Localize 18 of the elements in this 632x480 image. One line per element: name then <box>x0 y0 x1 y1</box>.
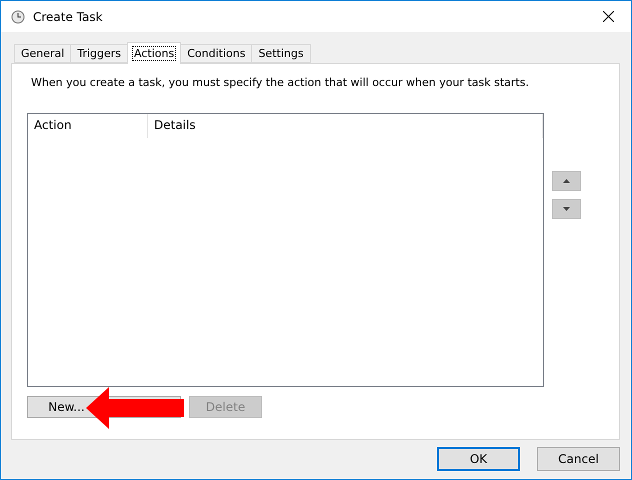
description-text: When you create a task, you must specify the action that will occur when your task starts. <box>31 76 530 89</box>
tab[interactable]: Actions <box>127 42 182 64</box>
tab[interactable]: Triggers <box>70 44 128 63</box>
move-down-button[interactable] <box>552 199 581 219</box>
column-header[interactable]: Action <box>28 114 148 138</box>
window-title: Create Task <box>33 10 103 24</box>
tab[interactable]: Settings <box>251 44 311 63</box>
dialog-button[interactable]: Cancel <box>537 447 620 471</box>
clock-icon <box>11 10 25 24</box>
up-triangle-icon <box>563 179 570 183</box>
down-triangle-icon <box>563 207 570 211</box>
column-header[interactable]: Details <box>148 114 543 138</box>
actions-list[interactable]: Action Details <box>27 113 544 387</box>
close-icon <box>602 11 614 22</box>
dialog-button[interactable]: OK <box>437 447 520 471</box>
tab[interactable]: Conditions <box>180 44 252 63</box>
move-up-button[interactable] <box>552 171 581 191</box>
tab[interactable]: General <box>14 44 72 63</box>
